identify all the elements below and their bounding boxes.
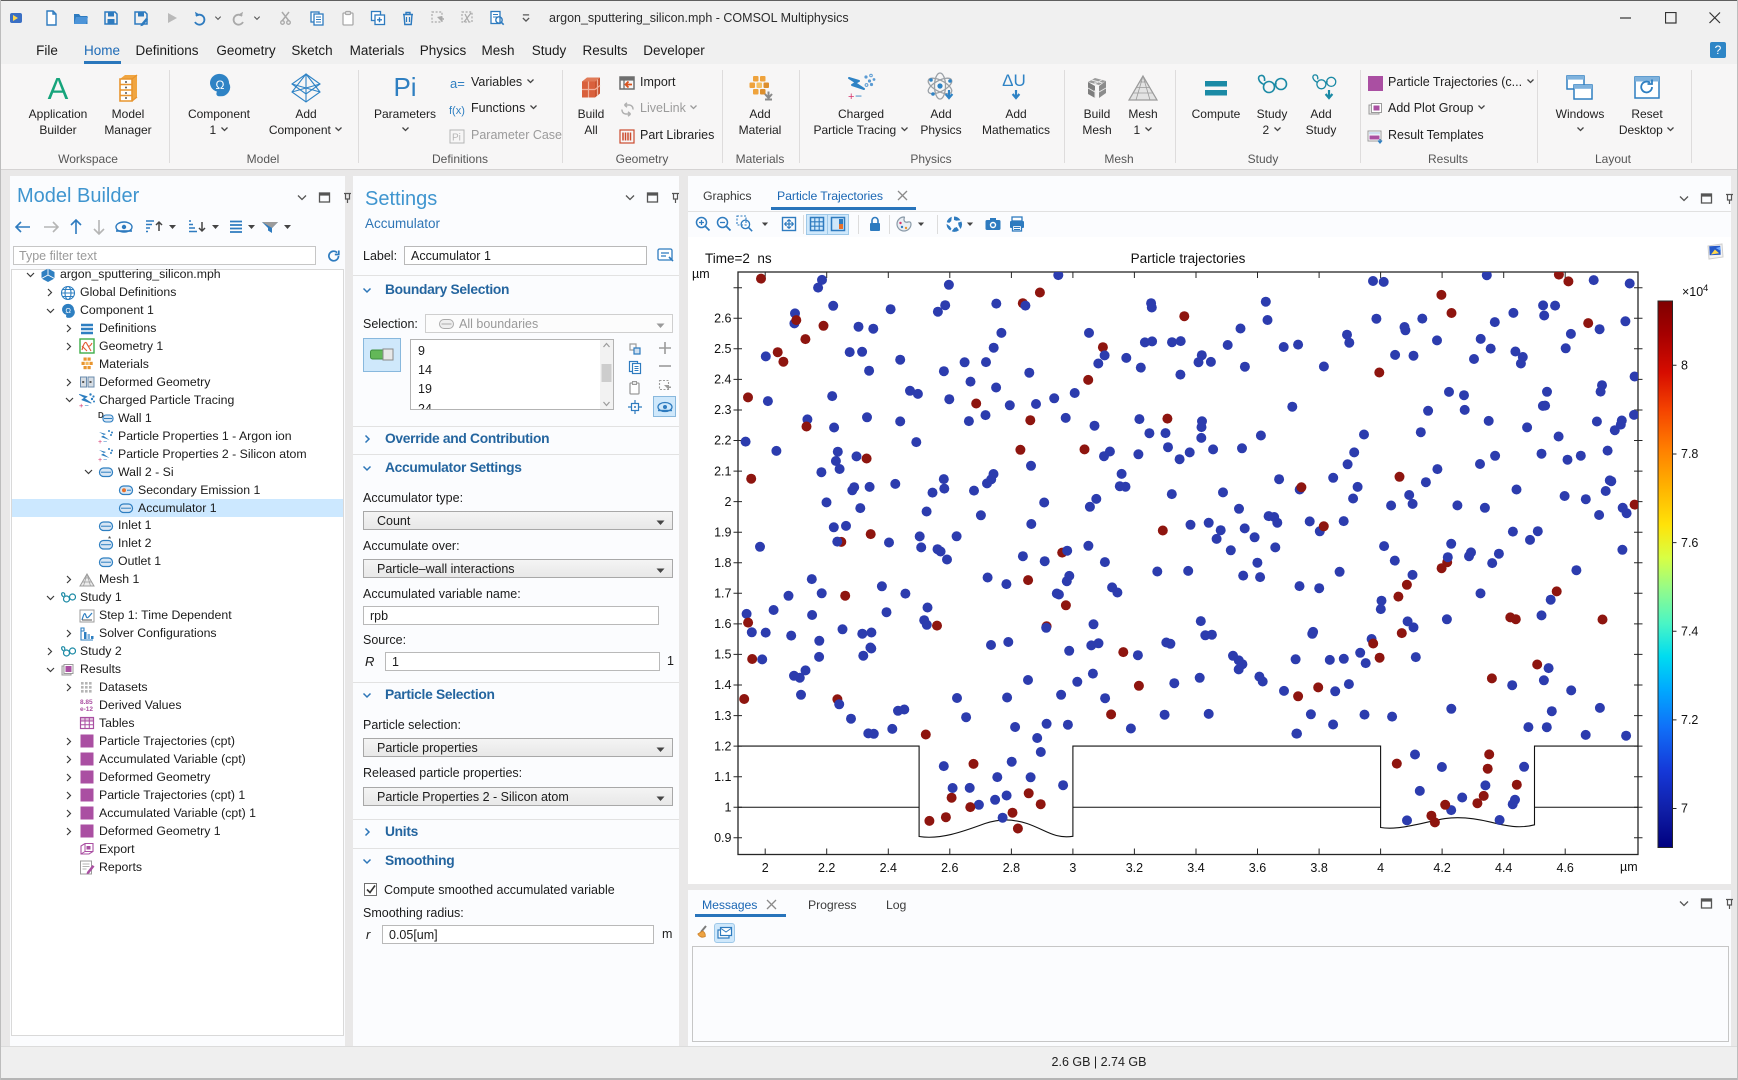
svg-text:4.2: 4.2 xyxy=(1433,861,1450,875)
svg-text:1.6: 1.6 xyxy=(714,617,731,631)
svg-text:f(x): f(x) xyxy=(449,105,465,117)
svg-text:*: * xyxy=(108,536,111,544)
svg-text:2: 2 xyxy=(762,861,769,875)
svg-text:+: + xyxy=(98,439,102,444)
svg-text:2.5: 2.5 xyxy=(714,342,731,356)
svg-text:7: 7 xyxy=(1681,802,1688,816)
svg-text:−: − xyxy=(85,401,90,408)
svg-text:2.6: 2.6 xyxy=(941,861,958,875)
svg-text:4.4: 4.4 xyxy=(1495,861,1512,875)
svg-text:+: + xyxy=(98,457,102,462)
svg-text:7.4: 7.4 xyxy=(1681,624,1698,638)
svg-text:1.7: 1.7 xyxy=(714,587,731,601)
svg-text:+: + xyxy=(848,91,854,103)
svg-text:−: − xyxy=(103,439,107,444)
svg-text:Ω: Ω xyxy=(65,306,71,315)
svg-text:8: 8 xyxy=(1681,359,1688,373)
svg-text:Particle trajectories: Particle trajectories xyxy=(1131,251,1246,266)
svg-text:a=: a= xyxy=(450,76,465,91)
svg-text:2.2: 2.2 xyxy=(714,434,731,448)
svg-text:A: A xyxy=(48,72,69,104)
svg-text:1.1: 1.1 xyxy=(714,770,731,784)
svg-text:1.8: 1.8 xyxy=(714,556,731,570)
svg-text:Ω: Ω xyxy=(216,78,225,92)
svg-text:×10: ×10 xyxy=(1682,285,1703,299)
svg-text:3: 3 xyxy=(1069,861,1076,875)
svg-text:2.8: 2.8 xyxy=(1003,861,1020,875)
svg-text:Time=2 ns: Time=2 ns xyxy=(705,251,772,266)
svg-text:2.6: 2.6 xyxy=(714,312,731,326)
svg-text:1.3: 1.3 xyxy=(714,709,731,723)
svg-text:7.6: 7.6 xyxy=(1681,536,1698,550)
svg-text:3.2: 3.2 xyxy=(1126,861,1143,875)
svg-text:1.4: 1.4 xyxy=(714,678,731,692)
svg-text:2: 2 xyxy=(725,495,732,509)
svg-text:−: − xyxy=(103,457,107,462)
svg-text:2.4: 2.4 xyxy=(714,373,731,387)
svg-text:2.3: 2.3 xyxy=(714,403,731,417)
svg-text:4: 4 xyxy=(1703,283,1708,294)
svg-text:1.5: 1.5 xyxy=(714,648,731,662)
svg-text:1.2: 1.2 xyxy=(714,739,731,753)
svg-text:3.8: 3.8 xyxy=(1310,861,1327,875)
svg-text:2.2: 2.2 xyxy=(818,861,835,875)
svg-text:+: + xyxy=(79,401,84,408)
svg-text:7.8: 7.8 xyxy=(1681,447,1698,461)
svg-text:3.6: 3.6 xyxy=(1249,861,1266,875)
svg-text:4.6: 4.6 xyxy=(1557,861,1574,875)
svg-text:Pi: Pi xyxy=(452,133,461,144)
svg-text:3.4: 3.4 xyxy=(1187,861,1204,875)
svg-text:e-12: e-12 xyxy=(80,706,93,713)
svg-text:2.4: 2.4 xyxy=(880,861,897,875)
svg-text:Pi: Pi xyxy=(393,72,416,102)
svg-text:1: 1 xyxy=(725,800,732,814)
svg-text:µm: µm xyxy=(692,267,710,281)
svg-text:−: − xyxy=(855,89,862,103)
svg-text:0.9: 0.9 xyxy=(714,831,731,845)
svg-text:µm: µm xyxy=(1620,860,1638,874)
svg-text:8.85: 8.85 xyxy=(80,699,93,706)
svg-text:7.2: 7.2 xyxy=(1681,713,1698,727)
svg-text:1.9: 1.9 xyxy=(714,525,731,539)
svg-text:4: 4 xyxy=(1377,861,1384,875)
svg-text:2.1: 2.1 xyxy=(714,464,731,478)
svg-text:ΔU: ΔU xyxy=(1002,72,1026,90)
